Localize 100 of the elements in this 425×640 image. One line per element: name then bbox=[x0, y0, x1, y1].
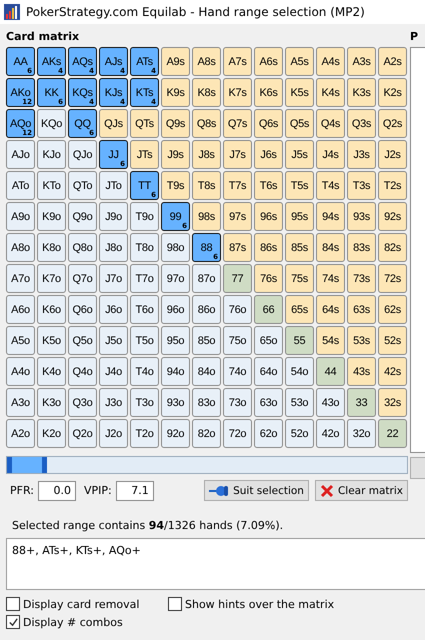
hand-cell[interactable]: KQo bbox=[37, 109, 66, 138]
hand-cell[interactable]: 73o bbox=[223, 388, 252, 417]
hand-cell[interactable]: 76o bbox=[223, 295, 252, 324]
hand-cell[interactable]: Q8o bbox=[68, 233, 97, 262]
hand-cell[interactable]: Q5s bbox=[285, 109, 314, 138]
hand-cell[interactable]: A4o bbox=[6, 357, 35, 386]
hand-cell[interactable]: 83o bbox=[192, 388, 221, 417]
hand-cell[interactable]: T6o bbox=[130, 295, 159, 324]
hand-cell[interactable]: K8o bbox=[37, 233, 66, 262]
hand-cell[interactable]: A8s bbox=[192, 47, 221, 76]
hand-cell[interactable]: 72o bbox=[223, 419, 252, 448]
hand-cell[interactable]: 94s bbox=[316, 202, 345, 231]
hand-cell[interactable]: K7s bbox=[223, 78, 252, 107]
hand-cell[interactable]: T7s bbox=[223, 171, 252, 200]
hand-cell[interactable]: 93s bbox=[347, 202, 376, 231]
hand-cell[interactable]: A7s bbox=[223, 47, 252, 76]
option-checkbox[interactable]: Display card removal bbox=[6, 597, 168, 611]
hand-cell[interactable]: 96s bbox=[254, 202, 283, 231]
hand-cell[interactable]: JTs bbox=[130, 140, 159, 169]
hand-cell[interactable]: 63o bbox=[254, 388, 283, 417]
hand-cell[interactable]: 62o bbox=[254, 419, 283, 448]
hand-cell[interactable]: 86s bbox=[254, 233, 283, 262]
hand-cell[interactable]: 85s bbox=[285, 233, 314, 262]
hand-cell[interactable]: Q7s bbox=[223, 109, 252, 138]
hand-cell[interactable]: 84o bbox=[192, 357, 221, 386]
hand-cell[interactable]: T4s bbox=[316, 171, 345, 200]
hand-cell[interactable]: J2s bbox=[378, 140, 407, 169]
hand-cell[interactable]: T2o bbox=[130, 419, 159, 448]
hand-cell[interactable]: A9o bbox=[6, 202, 35, 231]
hand-cell[interactable]: J6o bbox=[99, 295, 128, 324]
hand-cell[interactable]: 93o bbox=[161, 388, 190, 417]
hand-cell[interactable]: K6o bbox=[37, 295, 66, 324]
hand-cell[interactable]: QJo bbox=[68, 140, 97, 169]
hand-cell[interactable]: A2s bbox=[378, 47, 407, 76]
range-slider[interactable] bbox=[6, 456, 408, 474]
hand-cell[interactable]: 73s bbox=[347, 264, 376, 293]
hand-cell[interactable]: 76s bbox=[254, 264, 283, 293]
hand-cell[interactable]: Q7o bbox=[68, 264, 97, 293]
hand-cell[interactable]: 43s bbox=[347, 357, 376, 386]
hand-cell[interactable]: T5s bbox=[285, 171, 314, 200]
hand-cell[interactable]: 95s bbox=[285, 202, 314, 231]
hand-cell[interactable]: K3s bbox=[347, 78, 376, 107]
hand-cell[interactable]: J2o bbox=[99, 419, 128, 448]
hand-cell[interactable]: Q6s bbox=[254, 109, 283, 138]
hand-cell[interactable]: A8o bbox=[6, 233, 35, 262]
hand-cell[interactable]: T3s bbox=[347, 171, 376, 200]
hand-cell[interactable]: 32o bbox=[347, 419, 376, 448]
hand-cell[interactable]: 97o bbox=[161, 264, 190, 293]
hand-cell[interactable]: 84s bbox=[316, 233, 345, 262]
hand-cell[interactable]: 52s bbox=[378, 326, 407, 355]
hand-cell[interactable]: J5s bbox=[285, 140, 314, 169]
hand-cell[interactable]: 85o bbox=[192, 326, 221, 355]
hand-cell[interactable]: 82o bbox=[192, 419, 221, 448]
hand-cell[interactable]: K2o bbox=[37, 419, 66, 448]
hand-cell[interactable]: A6s bbox=[254, 47, 283, 76]
hand-cell[interactable]: J3o bbox=[99, 388, 128, 417]
hand-cell[interactable]: 63s bbox=[347, 295, 376, 324]
hand-cell[interactable]: QTo bbox=[68, 171, 97, 200]
hand-cell[interactable]: A7o bbox=[6, 264, 35, 293]
hand-cell[interactable]: 52o bbox=[285, 419, 314, 448]
hand-cell[interactable]: J4o bbox=[99, 357, 128, 386]
hand-cell[interactable]: 92s bbox=[378, 202, 407, 231]
hand-cell[interactable]: K4s bbox=[316, 78, 345, 107]
hand-cell[interactable]: 62s bbox=[378, 295, 407, 324]
hand-cell[interactable]: J6s bbox=[254, 140, 283, 169]
hand-cell[interactable]: 95o bbox=[161, 326, 190, 355]
hand-cell[interactable]: 87o bbox=[192, 264, 221, 293]
hand-cell[interactable]: K9o bbox=[37, 202, 66, 231]
stat-field[interactable]: 7.1 bbox=[116, 480, 154, 500]
hand-cell[interactable]: 72s bbox=[378, 264, 407, 293]
hand-cell[interactable]: 66 bbox=[254, 295, 283, 324]
hand-cell[interactable]: 44 bbox=[316, 357, 345, 386]
hand-cell[interactable]: 82s bbox=[378, 233, 407, 262]
hand-cell[interactable]: QTs bbox=[130, 109, 159, 138]
hand-cell[interactable]: A4s bbox=[316, 47, 345, 76]
hand-cell[interactable]: Q9o bbox=[68, 202, 97, 231]
hand-cell[interactable]: J9s bbox=[161, 140, 190, 169]
hand-cell[interactable]: QJs bbox=[99, 109, 128, 138]
hand-cell[interactable]: 54s bbox=[316, 326, 345, 355]
hand-cell[interactable]: 98s bbox=[192, 202, 221, 231]
hand-cell[interactable]: 53o bbox=[285, 388, 314, 417]
hand-cell[interactable]: 97s bbox=[223, 202, 252, 231]
hand-cell[interactable]: Q8s bbox=[192, 109, 221, 138]
hand-cell[interactable]: 75o bbox=[223, 326, 252, 355]
option-checkbox[interactable]: Display # combos bbox=[6, 615, 168, 629]
hand-cell[interactable]: 65o bbox=[254, 326, 283, 355]
hand-cell[interactable]: AJo bbox=[6, 140, 35, 169]
toolbar-button[interactable]: Suit selection bbox=[204, 480, 309, 501]
hand-cell[interactable]: T9o bbox=[130, 202, 159, 231]
hand-cell[interactable]: 98o bbox=[161, 233, 190, 262]
hand-cell[interactable]: KTo bbox=[37, 171, 66, 200]
hand-cell[interactable]: A5o bbox=[6, 326, 35, 355]
hand-cell[interactable]: KJo bbox=[37, 140, 66, 169]
hand-cell[interactable]: 43o bbox=[316, 388, 345, 417]
hand-cell[interactable]: J8s bbox=[192, 140, 221, 169]
hand-cell[interactable]: J5o bbox=[99, 326, 128, 355]
hand-cell[interactable]: 65s bbox=[285, 295, 314, 324]
hand-cell[interactable]: 55 bbox=[285, 326, 314, 355]
hand-cell[interactable]: Q2s bbox=[378, 109, 407, 138]
hand-cell[interactable]: T8o bbox=[130, 233, 159, 262]
